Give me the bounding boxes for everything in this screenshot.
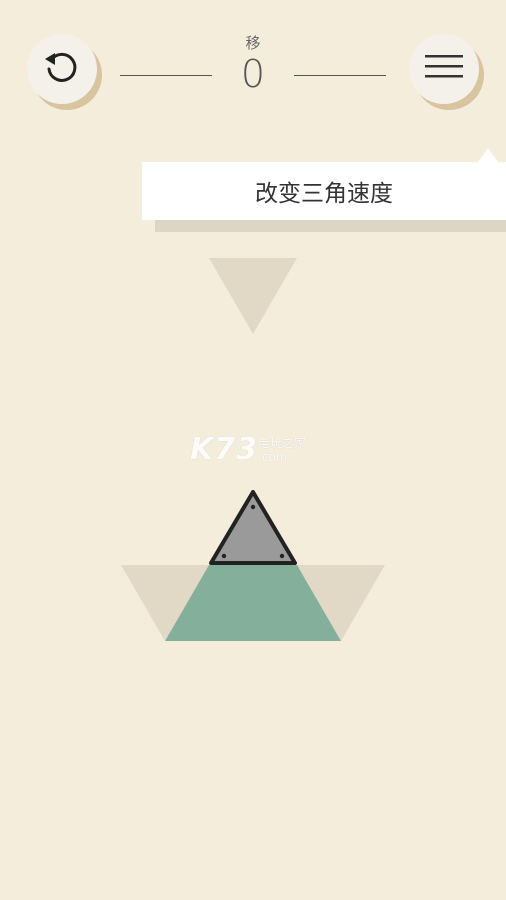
triangle-rivet-top (250, 504, 256, 510)
watermark-domain: .com (258, 450, 288, 464)
triangle-rivet-right (279, 553, 285, 559)
player-triangle[interactable] (209, 490, 297, 565)
watermark-brand: K73 (190, 432, 258, 467)
watermark-site-name: 电玩之家 (258, 436, 307, 450)
target-ghost-triangle (209, 258, 297, 334)
triangle-rivet-left (221, 553, 227, 559)
watermark: K73 电玩之家 .com (190, 432, 306, 467)
